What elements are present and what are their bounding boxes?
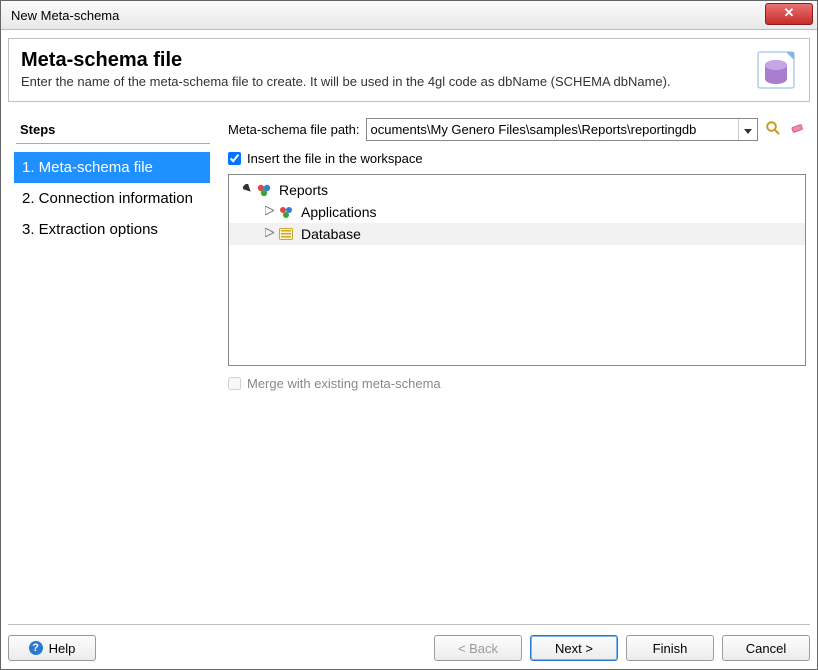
- merge-checkbox: [228, 377, 241, 390]
- insert-in-workspace-row: Insert the file in the workspace: [228, 151, 806, 166]
- tree-node-database[interactable]: Database: [229, 223, 805, 245]
- dialog-window: New Meta-schema ✕ Meta-schema file Enter…: [0, 0, 818, 670]
- content-pane: Meta-schema file path:: [224, 110, 810, 624]
- cancel-button-label: Cancel: [746, 641, 786, 656]
- clear-button[interactable]: [788, 121, 806, 139]
- steps-heading: Steps: [16, 118, 210, 144]
- path-row: Meta-schema file path:: [228, 118, 806, 141]
- page-title: Meta-schema file: [21, 49, 745, 72]
- step-connection-information[interactable]: 2. Connection information: [14, 183, 210, 214]
- folder-group-icon: [277, 203, 295, 221]
- tree-label: Reports: [275, 182, 332, 198]
- cancel-button[interactable]: Cancel: [722, 635, 810, 661]
- next-button[interactable]: Next >: [530, 635, 618, 661]
- titlebar: New Meta-schema ✕: [1, 1, 817, 30]
- workspace-tree[interactable]: Reports Applications: [228, 174, 806, 366]
- expand-icon[interactable]: [263, 206, 275, 218]
- steps-pane: Steps 1. Meta-schema file 2. Connection …: [8, 110, 224, 624]
- tree-label: Applications: [297, 204, 381, 220]
- finish-button-label: Finish: [653, 641, 688, 656]
- finish-button[interactable]: Finish: [626, 635, 714, 661]
- database-icon: [755, 49, 797, 91]
- close-icon: ✕: [784, 5, 795, 20]
- tree-node-reports[interactable]: Reports: [229, 179, 805, 201]
- header-panel: Meta-schema file Enter the name of the m…: [8, 38, 810, 102]
- project-icon: [255, 181, 273, 199]
- help-button[interactable]: ? Help: [8, 635, 96, 661]
- merge-label: Merge with existing meta-schema: [247, 376, 441, 391]
- window-title: New Meta-schema: [11, 8, 119, 23]
- page-description: Enter the name of the meta-schema file t…: [21, 74, 745, 89]
- next-button-label: Next >: [555, 641, 593, 656]
- magnifier-icon: [765, 120, 781, 139]
- eraser-icon: [789, 120, 805, 139]
- back-button-label: < Back: [458, 641, 498, 656]
- button-bar: ? Help < Back Next > Finish Cancel: [8, 624, 810, 661]
- insert-in-workspace-checkbox[interactable]: [228, 152, 241, 165]
- chevron-down-icon: [744, 122, 752, 137]
- collapse-icon[interactable]: [241, 184, 253, 196]
- path-input[interactable]: [367, 120, 738, 139]
- insert-in-workspace-label: Insert the file in the workspace: [247, 151, 423, 166]
- path-combobox[interactable]: [366, 118, 758, 141]
- path-dropdown-button[interactable]: [738, 119, 757, 140]
- help-icon: ?: [29, 641, 43, 655]
- tree-label: Database: [297, 226, 365, 242]
- merge-row: Merge with existing meta-schema: [228, 376, 806, 391]
- folder-db-icon: [277, 225, 295, 243]
- expand-icon[interactable]: [263, 228, 275, 240]
- tree-node-applications[interactable]: Applications: [229, 201, 805, 223]
- help-button-label: Help: [49, 641, 76, 656]
- browse-button[interactable]: [764, 121, 782, 139]
- body-area: Steps 1. Meta-schema file 2. Connection …: [8, 110, 810, 624]
- step-extraction-options[interactable]: 3. Extraction options: [14, 214, 210, 245]
- path-label: Meta-schema file path:: [228, 122, 360, 137]
- step-meta-schema-file[interactable]: 1. Meta-schema file: [14, 152, 210, 183]
- close-button[interactable]: ✕: [765, 3, 813, 25]
- back-button: < Back: [434, 635, 522, 661]
- header-text: Meta-schema file Enter the name of the m…: [21, 49, 745, 89]
